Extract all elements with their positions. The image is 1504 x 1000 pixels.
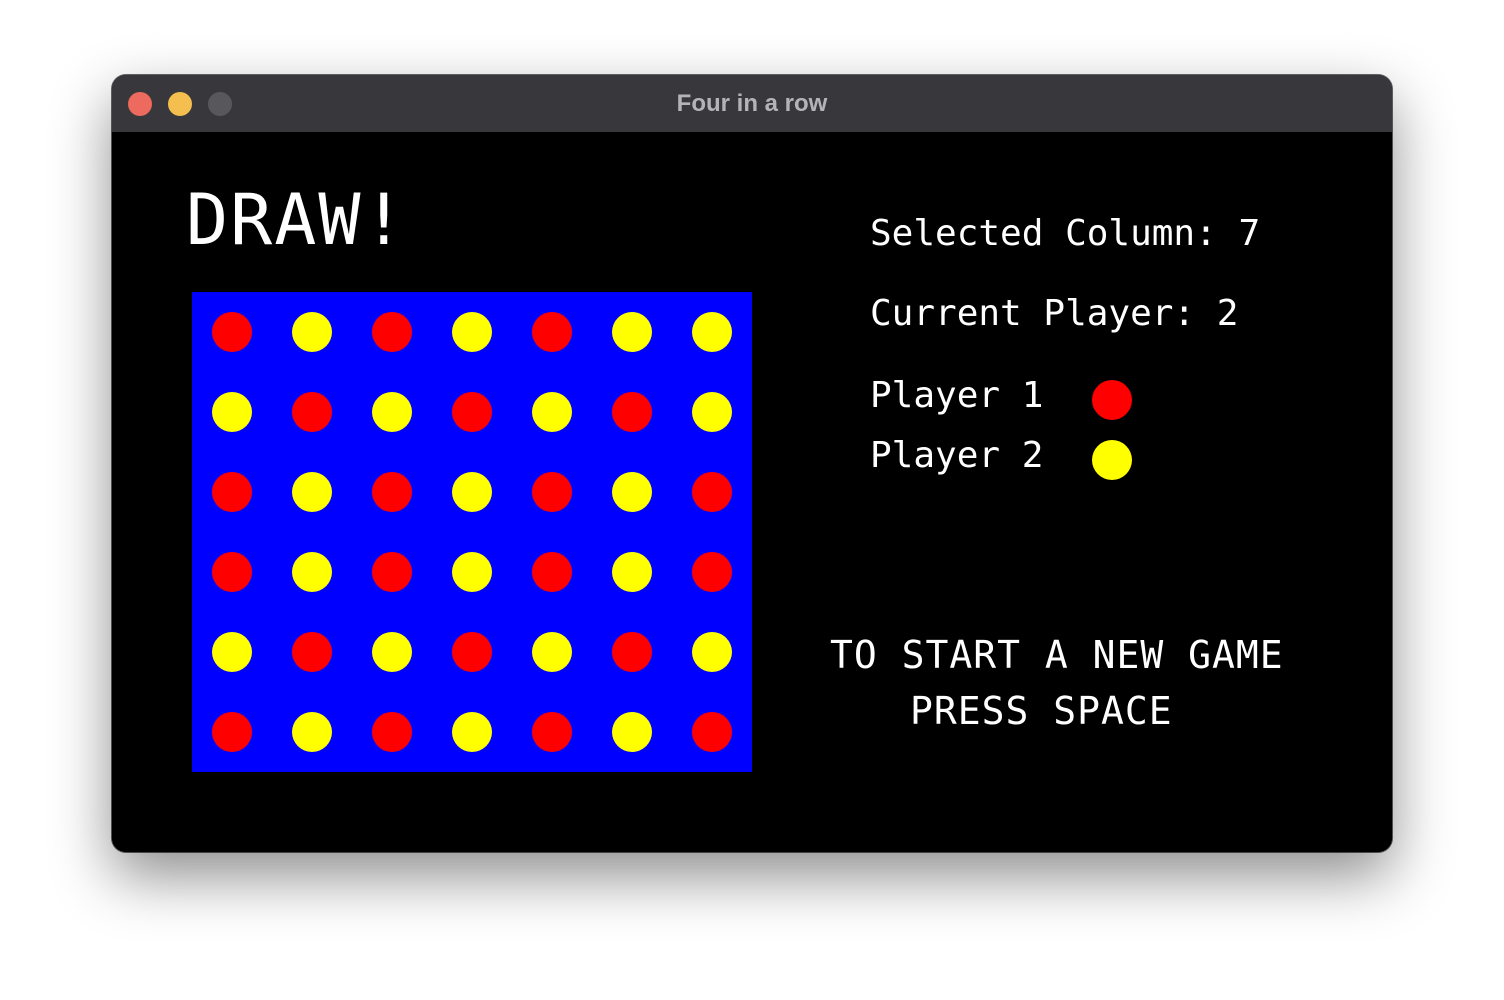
game-board[interactable] bbox=[192, 292, 752, 772]
board-cell-r6-c1 bbox=[212, 712, 252, 752]
board-cell-r4-c4 bbox=[452, 552, 492, 592]
board-cell-r6-c5 bbox=[532, 712, 572, 752]
board-cell-r1-c6 bbox=[612, 312, 652, 352]
title-bar[interactable]: Four in a row bbox=[112, 75, 1392, 132]
board-cell-r2-c2 bbox=[292, 392, 332, 432]
board-cell-r5-c6 bbox=[612, 632, 652, 672]
board-cell-r4-c6 bbox=[612, 552, 652, 592]
board-cell-r5-c1 bbox=[212, 632, 252, 672]
board-cell-r3-c5 bbox=[532, 472, 572, 512]
board-cell-r1-c2 bbox=[292, 312, 332, 352]
board-cell-r5-c2 bbox=[292, 632, 332, 672]
board-cell-r2-c7 bbox=[692, 392, 732, 432]
board-cell-r2-c4 bbox=[452, 392, 492, 432]
board-cell-r5-c4 bbox=[452, 632, 492, 672]
board-cell-r2-c3 bbox=[372, 392, 412, 432]
player-2-color-swatch bbox=[1092, 440, 1132, 480]
board-cell-r5-c3 bbox=[372, 632, 412, 672]
board-cell-r6-c6 bbox=[612, 712, 652, 752]
selected-column-text: Selected Column: 7 bbox=[870, 213, 1261, 254]
board-cell-r1-c7 bbox=[692, 312, 732, 352]
board-cell-r3-c4 bbox=[452, 472, 492, 512]
board-cell-r4-c1 bbox=[212, 552, 252, 592]
game-canvas[interactable]: DRAW! Selected Column: 7 Current Player:… bbox=[112, 132, 1392, 852]
board-cell-r1-c5 bbox=[532, 312, 572, 352]
restart-hint-line-1: TO START A NEW GAME bbox=[830, 633, 1284, 677]
board-cell-r2-c1 bbox=[212, 392, 252, 432]
board-cell-r5-c7 bbox=[692, 632, 732, 672]
board-cell-r2-c6 bbox=[612, 392, 652, 432]
board-cell-r6-c3 bbox=[372, 712, 412, 752]
board-cell-r3-c1 bbox=[212, 472, 252, 512]
board-cell-r6-c7 bbox=[692, 712, 732, 752]
board-cell-r5-c5 bbox=[532, 632, 572, 672]
board-cell-r2-c5 bbox=[532, 392, 572, 432]
player-1-color-swatch bbox=[1092, 380, 1132, 420]
board-cell-r4-c3 bbox=[372, 552, 412, 592]
restart-hint-line-2: PRESS SPACE bbox=[910, 689, 1173, 733]
board-cell-r3-c7 bbox=[692, 472, 732, 512]
board-cell-r6-c4 bbox=[452, 712, 492, 752]
board-cell-r1-c4 bbox=[452, 312, 492, 352]
board-cell-r3-c2 bbox=[292, 472, 332, 512]
board-cell-r6-c2 bbox=[292, 712, 332, 752]
window-title: Four in a row bbox=[676, 90, 828, 117]
board-cell-r1-c1 bbox=[212, 312, 252, 352]
current-player-text: Current Player: 2 bbox=[870, 293, 1239, 334]
board-cell-r4-c7 bbox=[692, 552, 732, 592]
board-cell-r4-c5 bbox=[532, 552, 572, 592]
board-cell-r3-c6 bbox=[612, 472, 652, 512]
game-window: Four in a row DRAW! Selected Column: 7 C… bbox=[112, 75, 1392, 852]
board-cell-r4-c2 bbox=[292, 552, 332, 592]
game-result-text: DRAW! bbox=[186, 179, 407, 261]
player-1-label: Player 1 bbox=[870, 375, 1044, 416]
board-cell-r3-c3 bbox=[372, 472, 412, 512]
board-cell-r1-c3 bbox=[372, 312, 412, 352]
player-2-label: Player 2 bbox=[870, 435, 1044, 476]
